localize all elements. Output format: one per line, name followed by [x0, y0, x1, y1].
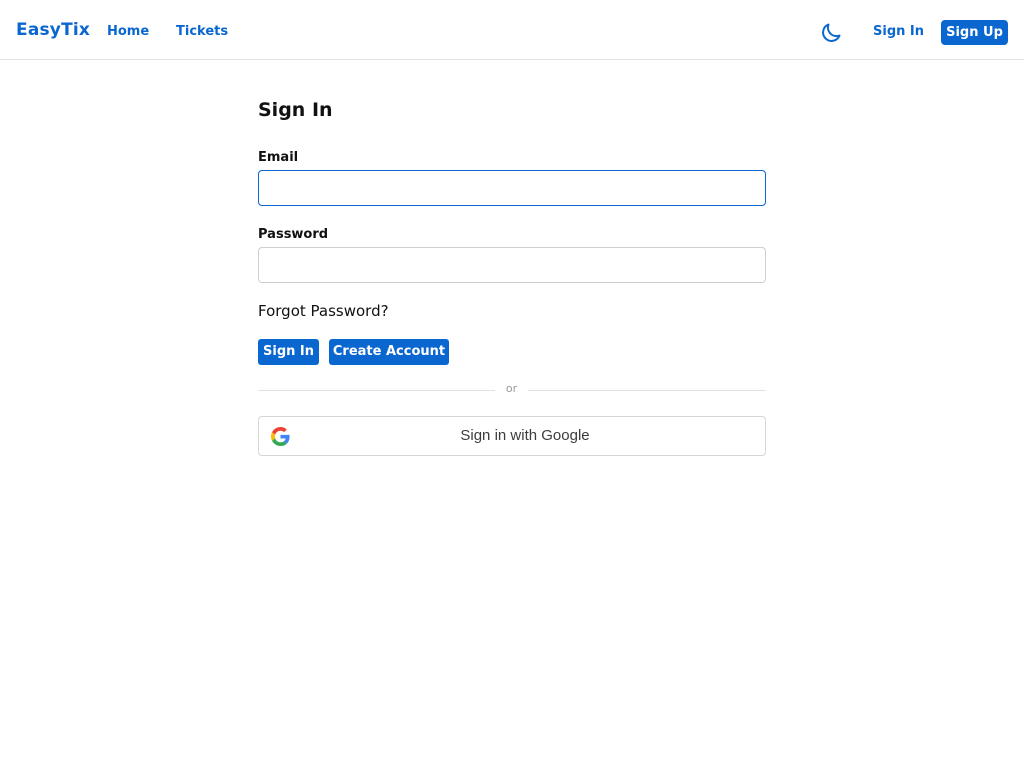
- nav-link-tickets[interactable]: Tickets: [176, 24, 228, 39]
- google-sign-in-button[interactable]: Sign in with Google: [258, 416, 766, 456]
- password-field[interactable]: [258, 247, 766, 283]
- password-label: Password: [258, 227, 329, 242]
- nav-sign-in-link[interactable]: Sign In: [873, 24, 924, 39]
- forgot-password-link[interactable]: Forgot Password?: [258, 302, 389, 320]
- divider-or-text: or: [505, 382, 518, 395]
- brand-logo[interactable]: EasyTix: [16, 20, 90, 40]
- moon-icon[interactable]: [819, 21, 843, 45]
- page-title: Sign In: [258, 99, 333, 121]
- divider-line-left: [258, 390, 495, 391]
- nav-link-home[interactable]: Home: [107, 24, 149, 39]
- top-navbar: EasyTix Home Tickets Sign In Sign Up: [0, 0, 1024, 60]
- sign-in-button[interactable]: Sign In: [258, 339, 319, 365]
- email-field[interactable]: [258, 170, 766, 206]
- create-account-button[interactable]: Create Account: [329, 339, 449, 365]
- nav-sign-up-button[interactable]: Sign Up: [941, 20, 1008, 45]
- email-label: Email: [258, 150, 299, 165]
- divider-line-right: [528, 390, 766, 391]
- google-sign-in-label: Sign in with Google: [460, 427, 590, 444]
